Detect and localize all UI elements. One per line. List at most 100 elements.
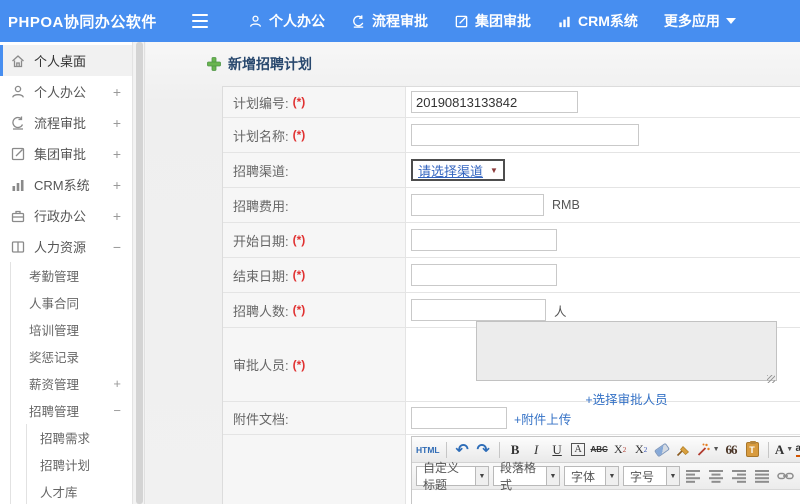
nav-workflow-approval[interactable]: 流程审批 [351, 11, 428, 31]
paragraph-format-select[interactable]: 段落格式 ▼ [493, 461, 560, 492]
nav-crm-system[interactable]: CRM系统 [557, 11, 638, 31]
required-marker: (*) [292, 95, 306, 109]
sidebar-item-recruit-mgmt[interactable]: 招聘管理 − [11, 397, 132, 424]
caret-down-icon: ▼ [475, 467, 488, 485]
caret-down-icon: ▼ [490, 165, 498, 175]
hamburger-menu-icon[interactable] [192, 14, 210, 28]
paste-text-button[interactable]: T [743, 440, 762, 460]
field-label: 计划编号: [233, 95, 289, 111]
caret-down-icon [725, 18, 736, 24]
recruit-submenu: 招聘需求 招聘计划 人才库 [26, 424, 132, 504]
channel-select-value: 请选择渠道 [418, 163, 484, 179]
italic-button[interactable]: I [527, 440, 546, 460]
sidebar-item-human-resources[interactable]: 人力资源 − [0, 231, 132, 262]
process-icon [353, 14, 364, 28]
collapse-toggle[interactable]: − [113, 240, 121, 254]
expand-toggle[interactable]: + [113, 147, 121, 161]
remove-format-button[interactable] [653, 440, 672, 460]
bordered-text-button[interactable]: A [571, 443, 585, 456]
strikethrough-button[interactable]: ABC [590, 440, 609, 460]
sidebar-item-admin-office[interactable]: 行政办公 + [0, 200, 132, 231]
headcount-input[interactable] [411, 299, 546, 321]
insert-link-button[interactable] [776, 466, 795, 486]
expand-toggle[interactable]: + [113, 85, 121, 99]
undo-icon[interactable]: ↶ [453, 440, 472, 460]
sidebar-item-salary[interactable]: 薪资管理 + [11, 370, 132, 397]
caret-down-icon: ▼ [546, 467, 559, 485]
sidebar-item-label: 个人桌面 [34, 54, 87, 69]
subscript-button[interactable]: X2 [632, 440, 651, 460]
person-icon [12, 85, 24, 98]
form-row-start-date: 开始日期: (*) [223, 223, 800, 258]
channel-select[interactable]: 请选择渠道 ▼ [411, 159, 505, 181]
plan-number-input[interactable] [411, 91, 578, 113]
redo-icon[interactable]: ↷ [474, 440, 493, 460]
sidebar-item-recruit-demand[interactable]: 招聘需求 [27, 424, 132, 451]
font-family-select[interactable]: 字体 ▼ [564, 466, 619, 486]
sidebar-item-rewards[interactable]: 奖惩记录 [11, 343, 132, 370]
sidebar-scrollbar[interactable] [134, 42, 145, 504]
underline-button[interactable]: U [548, 440, 567, 460]
auto-format-button[interactable]: ▼ [695, 440, 720, 460]
nav-more-apps[interactable]: 更多应用 [664, 11, 736, 31]
resize-grip-icon[interactable] [767, 375, 775, 383]
start-date-input[interactable] [411, 229, 557, 251]
sidebar-item-personal-office[interactable]: 个人办公 + [0, 76, 132, 107]
expand-toggle[interactable]: + [113, 209, 121, 223]
blockquote-button[interactable]: 66 [722, 440, 741, 460]
clipboard-icon: T [745, 441, 759, 457]
html-source-button[interactable]: HTML [416, 440, 440, 460]
align-right-button[interactable] [730, 466, 749, 486]
sidebar-item-training[interactable]: 培训管理 [11, 316, 132, 343]
expand-toggle[interactable]: + [113, 178, 121, 192]
book-icon [11, 240, 25, 253]
sidebar-item-group-approval[interactable]: 集团审批 + [0, 138, 132, 169]
field-label: 招聘渠道: [233, 163, 289, 179]
font-color-button[interactable]: A ▼ [775, 440, 794, 460]
align-justify-button[interactable] [753, 466, 772, 486]
cost-input[interactable] [411, 194, 544, 216]
rich-text-editor: HTML ↶ ↷ B I U A ABC X2 X2 ▼ 66 T A ▼ a … [411, 436, 800, 504]
hr-submenu: 考勤管理 人事合同 培训管理 奖惩记录 薪资管理 + 招聘管理 − 招聘需求 招… [10, 262, 132, 504]
nav-group-approval[interactable]: 集团审批 [454, 11, 531, 31]
align-right-icon [731, 469, 746, 483]
format-brush-button[interactable] [674, 440, 693, 460]
font-size-select[interactable]: 字号 ▼ [623, 466, 680, 486]
sidebar-item-personal-desktop[interactable]: 个人桌面 [0, 45, 132, 76]
highlight-color-button[interactable]: ab▼ [795, 440, 800, 460]
end-date-input[interactable] [411, 264, 557, 286]
sidebar-item-hr-contract[interactable]: 人事合同 [11, 289, 132, 316]
sidebar-item-workflow-approval[interactable]: 流程审批 + [0, 107, 132, 138]
collapse-toggle[interactable]: − [113, 403, 121, 418]
sidebar: 个人桌面 个人办公 + 流程审批 + 集团审批 + CRM系统 + 行政办公 +… [0, 42, 133, 504]
align-center-button[interactable] [707, 466, 726, 486]
expand-toggle[interactable]: + [113, 376, 121, 391]
attachment-input[interactable] [411, 407, 507, 429]
superscript-button[interactable]: X2 [611, 440, 630, 460]
sidebar-item-label: 培训管理 [29, 324, 80, 338]
sidebar-item-label: 行政办公 [34, 209, 87, 224]
expand-toggle[interactable]: + [113, 116, 121, 130]
align-left-button[interactable] [684, 466, 703, 486]
upload-attachment-link[interactable]: +附件上传 [514, 409, 571, 428]
sidebar-item-crm-system[interactable]: CRM系统 + [0, 169, 132, 200]
nav-personal-office[interactable]: 个人办公 [248, 11, 325, 31]
editor-content-area[interactable] [412, 490, 800, 504]
main-content: 新增招聘计划 计划编号: (*) 计划名称: (*) 招聘渠道: [146, 42, 800, 504]
page-title-bar: 新增招聘计划 [146, 42, 800, 86]
sidebar-item-talent-pool[interactable]: 人才库 [27, 478, 132, 504]
unit-suffix: 人 [554, 304, 567, 319]
sidebar-item-label: 薪资管理 [29, 378, 80, 392]
bold-button[interactable]: B [506, 440, 525, 460]
nav-label: 流程审批 [372, 13, 428, 29]
sidebar-item-recruit-plan[interactable]: 招聘计划 [27, 451, 132, 478]
scrollbar-thumb[interactable] [136, 42, 143, 504]
custom-title-select[interactable]: 自定义标题 ▼ [416, 461, 489, 492]
approvers-textarea[interactable] [476, 321, 777, 381]
person-icon [249, 15, 262, 27]
sidebar-item-attendance[interactable]: 考勤管理 [11, 262, 132, 289]
plan-name-input[interactable] [411, 124, 639, 146]
caret-down-icon: ▼ [712, 446, 720, 453]
sidebar-item-label: 招聘管理 [29, 405, 80, 419]
sidebar-item-label: 奖惩记录 [29, 351, 80, 365]
